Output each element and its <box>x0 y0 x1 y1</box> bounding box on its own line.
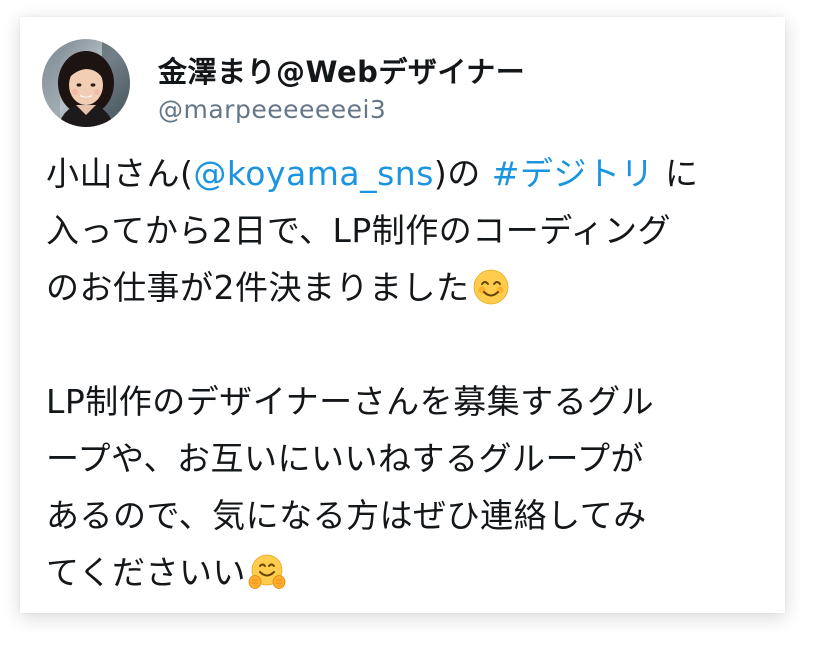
tweet-line-1: 小山さん(@koyama_sns)の #デジトリ に <box>46 145 771 202</box>
tweet-text: に <box>653 154 699 193</box>
tweet-text: のお仕事が2件決まりました <box>46 268 470 307</box>
avatar[interactable] <box>42 39 130 127</box>
tweet-text: 小山さん( <box>46 154 194 193</box>
tweet-text: てくださいい <box>46 553 247 592</box>
tweet-line-6: あるので、気になる方はぜひ連絡してみ <box>46 496 647 535</box>
smiling-face-icon <box>472 266 510 305</box>
tweet-line-3: のお仕事が2件決まりました <box>46 259 771 316</box>
author-handle[interactable]: @marpeeeeeeei3 <box>158 95 386 124</box>
tweet-body: 小山さん(@koyama_sns)の #デジトリ に 入ってから2日で、LP制作… <box>46 145 771 601</box>
tweet-line-4: LP制作のデザイナーさんを募集するグル <box>46 382 655 421</box>
tweet-text: )の <box>433 154 492 193</box>
author-display-name[interactable]: 金澤まり@Webデザイナー <box>158 49 525 91</box>
tweet-line-5: ープや、お互いにいいねするグループが <box>46 439 645 478</box>
tweet-line-2: 入ってから2日で、LP制作のコーディング <box>46 211 672 250</box>
mention-link[interactable]: @koyama_sns <box>193 154 434 193</box>
avatar-image <box>42 39 130 127</box>
tweet-header: 金澤まり@Webデザイナー @marpeeeeeeei3 <box>42 39 742 129</box>
tweet-line-7: てくださいい <box>46 544 771 601</box>
hugging-face-icon <box>248 551 286 589</box>
tweet-card: 金澤まり@Webデザイナー @marpeeeeeeei3 小山さん(@koyam… <box>20 17 785 613</box>
hashtag-link[interactable]: #デジトリ <box>492 154 654 193</box>
